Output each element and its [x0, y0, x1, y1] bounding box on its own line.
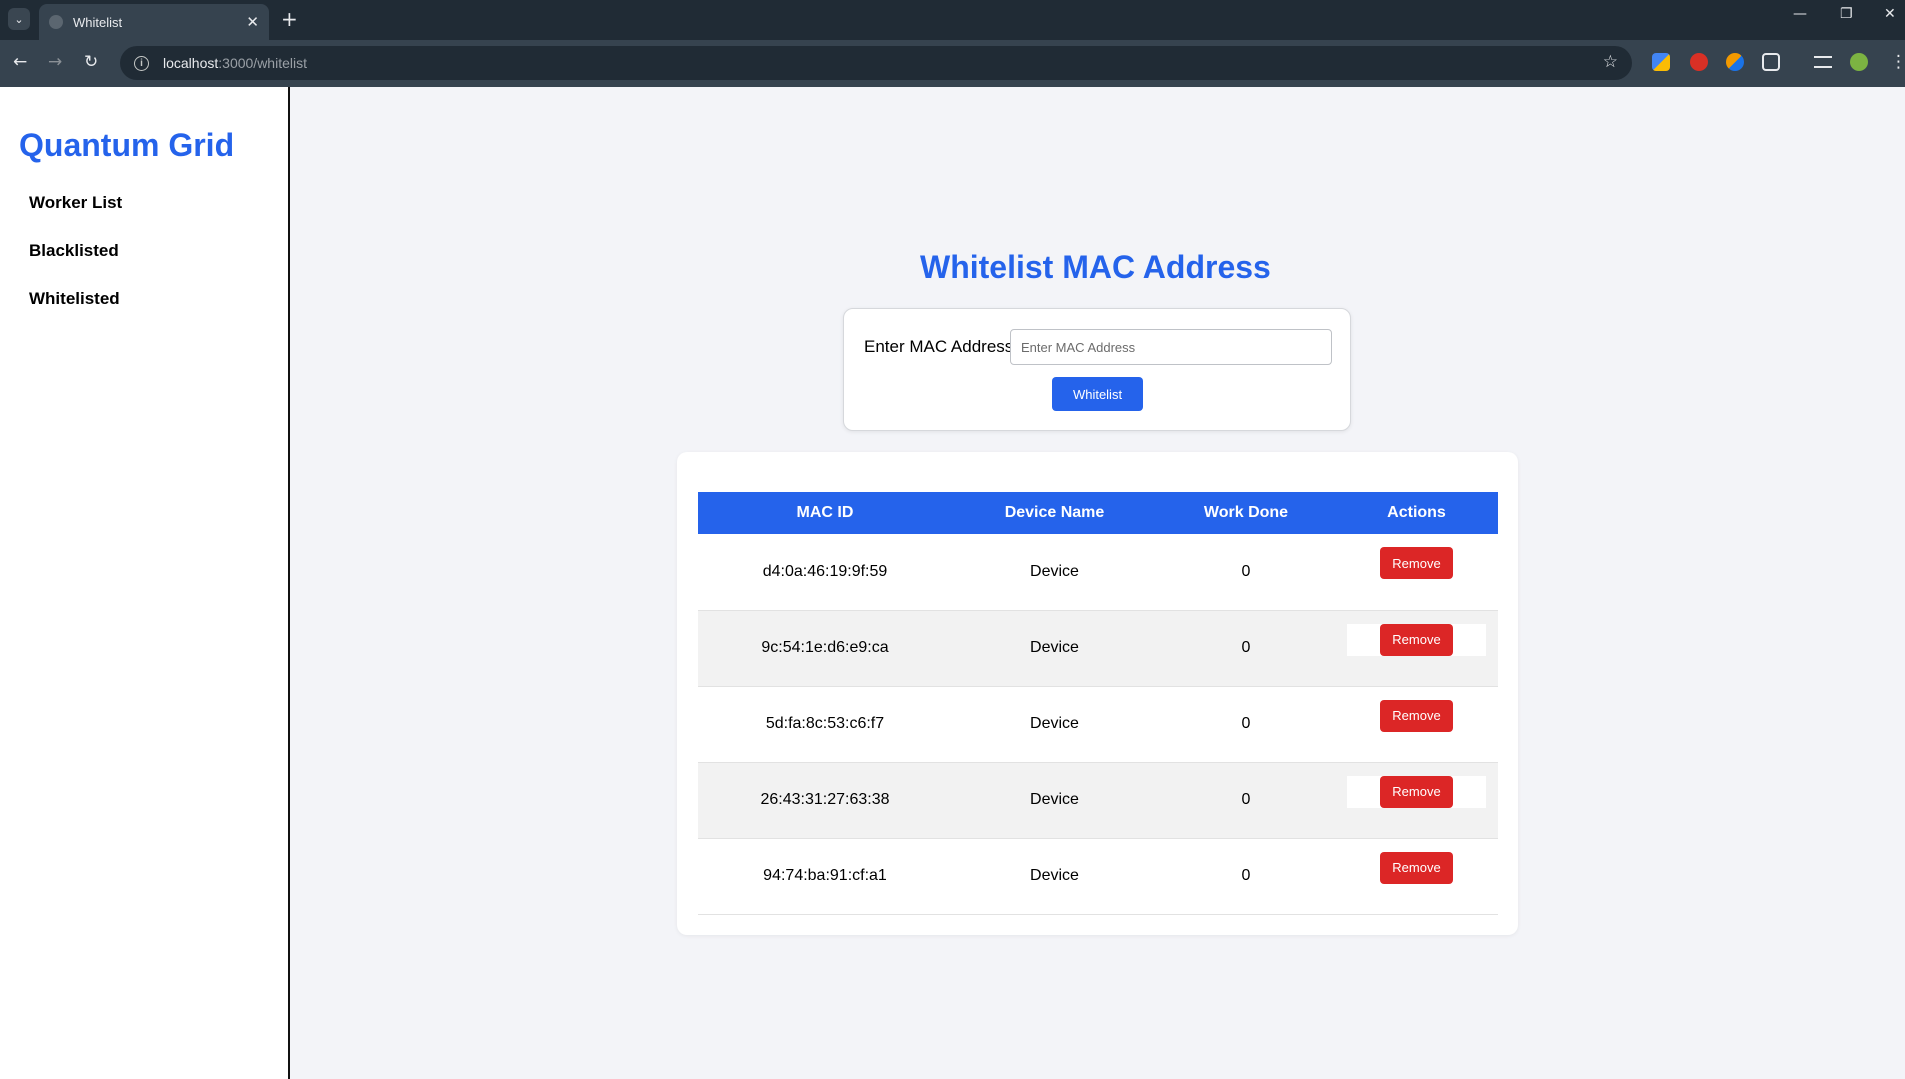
media-queue-icon[interactable]: [1814, 56, 1832, 68]
device-name-cell: Device: [1030, 791, 1079, 808]
extension-orange-icon[interactable]: [1726, 53, 1744, 71]
work-done-cell: 0: [1241, 791, 1251, 808]
url-path: :3000/whitelist: [218, 55, 307, 71]
device-name-cell: Device: [1030, 562, 1079, 580]
remove-button[interactable]: Remove: [1380, 775, 1453, 808]
mac-id-cell: 5d:fa:8c:53:c6:f7: [765, 715, 885, 732]
address-bar[interactable]: i localhost:3000/whitelist ☆: [120, 46, 1632, 80]
mac-id-cell: 26:43:31:27:63:38: [760, 791, 890, 808]
forward-icon[interactable]: →: [48, 52, 62, 72]
whitelist-button[interactable]: Whitelist: [1052, 377, 1143, 411]
brand-title: Quantum Grid: [19, 127, 235, 163]
column-header-actions: Actions: [1387, 504, 1446, 521]
extension-grid-icon[interactable]: [1652, 53, 1670, 71]
site-info-icon[interactable]: i: [134, 55, 149, 71]
mac-address-input[interactable]: [1010, 329, 1332, 365]
close-window-icon[interactable]: ✕: [1884, 6, 1896, 22]
actions-cell: Remove: [1335, 534, 1498, 610]
page-title: Whitelist MAC Address: [920, 249, 1271, 285]
sidebar-item-blacklisted[interactable]: Blacklisted: [29, 241, 119, 261]
table-header-row: MAC ID Device Name Work Done Actions: [698, 492, 1498, 534]
remove-button[interactable]: Remove: [1380, 547, 1453, 579]
work-done-cell: 0: [1241, 715, 1251, 732]
remove-button[interactable]: Remove: [1380, 851, 1453, 884]
bookmark-star-icon[interactable]: ☆: [1603, 52, 1618, 72]
sidebar-item-whitelisted[interactable]: Whitelisted: [29, 289, 120, 309]
whitelist-table: MAC ID Device Name Work Done Actions d4:…: [698, 492, 1498, 915]
sidebar: Quantum Grid Worker List Blacklisted Whi…: [0, 87, 290, 1079]
mac-address-label: Enter MAC Address: [864, 337, 1014, 356]
column-header-device-name: Device Name: [1004, 504, 1105, 521]
work-done-cell: 0: [1241, 562, 1251, 580]
column-header-mac-id: MAC ID: [796, 504, 854, 521]
new-tab-icon[interactable]: +: [281, 8, 298, 30]
sidebar-item-worker-list[interactable]: Worker List: [29, 193, 122, 213]
table-row: 5d:fa:8c:53:c6:f7 Device 0 Remove: [698, 686, 1498, 762]
tab-search-icon[interactable]: ⌄: [8, 8, 30, 30]
work-done-cell: 0: [1241, 639, 1251, 656]
table-row: 94:74:ba:91:cf:a1 Device 0 Remove: [698, 838, 1498, 914]
tab-title: Whitelist: [73, 14, 123, 30]
remove-button[interactable]: Remove: [1380, 623, 1453, 656]
extension-red-icon[interactable]: [1690, 53, 1708, 71]
browser-tab[interactable]: Whitelist ✕: [39, 4, 269, 40]
remove-button[interactable]: Remove: [1380, 699, 1453, 732]
actions-cell: Remove: [1335, 610, 1498, 686]
table-row: d4:0a:46:19:9f:59 Device 0 Remove: [698, 534, 1498, 610]
minimize-icon[interactable]: —: [1793, 6, 1807, 22]
whitelist-form: Enter MAC Address Whitelist: [843, 308, 1351, 431]
mac-id-cell: 9c:54:1e:d6:e9:ca: [761, 639, 889, 656]
actions-cell: Remove: [1335, 686, 1498, 762]
work-done-cell: 0: [1241, 867, 1251, 884]
browser-tab-bar: ⌄ Whitelist ✕ + — ❐ ✕: [0, 0, 1905, 40]
actions-cell: Remove: [1335, 838, 1498, 914]
url-host: localhost: [163, 55, 219, 71]
browser-toolbar: ← → ↻ i localhost:3000/whitelist ☆ ⋮: [0, 40, 1905, 87]
avatar[interactable]: [1850, 53, 1868, 71]
mac-id-cell: d4:0a:46:19:9f:59: [762, 562, 888, 580]
globe-icon: [49, 15, 63, 29]
back-icon[interactable]: ←: [13, 52, 27, 72]
table-row: 26:43:31:27:63:38 Device 0 Remove: [698, 762, 1498, 838]
table-row: 9c:54:1e:d6:e9:ca Device 0 Remove: [698, 610, 1498, 686]
device-name-cell: Device: [1030, 715, 1079, 732]
maximize-icon[interactable]: ❐: [1840, 6, 1853, 22]
actions-cell: Remove: [1335, 762, 1498, 838]
device-name-cell: Device: [1030, 867, 1079, 884]
mac-id-cell: 94:74:ba:91:cf:a1: [763, 867, 887, 884]
device-name-cell: Device: [1030, 639, 1079, 656]
reload-icon[interactable]: ↻: [84, 52, 98, 72]
column-header-work-done: Work Done: [1203, 504, 1289, 521]
close-tab-icon[interactable]: ✕: [246, 13, 259, 31]
extensions-puzzle-icon[interactable]: [1762, 53, 1780, 71]
whitelist-table-card: MAC ID Device Name Work Done Actions d4:…: [677, 452, 1518, 935]
browser-menu-icon[interactable]: ⋮: [1890, 52, 1905, 72]
